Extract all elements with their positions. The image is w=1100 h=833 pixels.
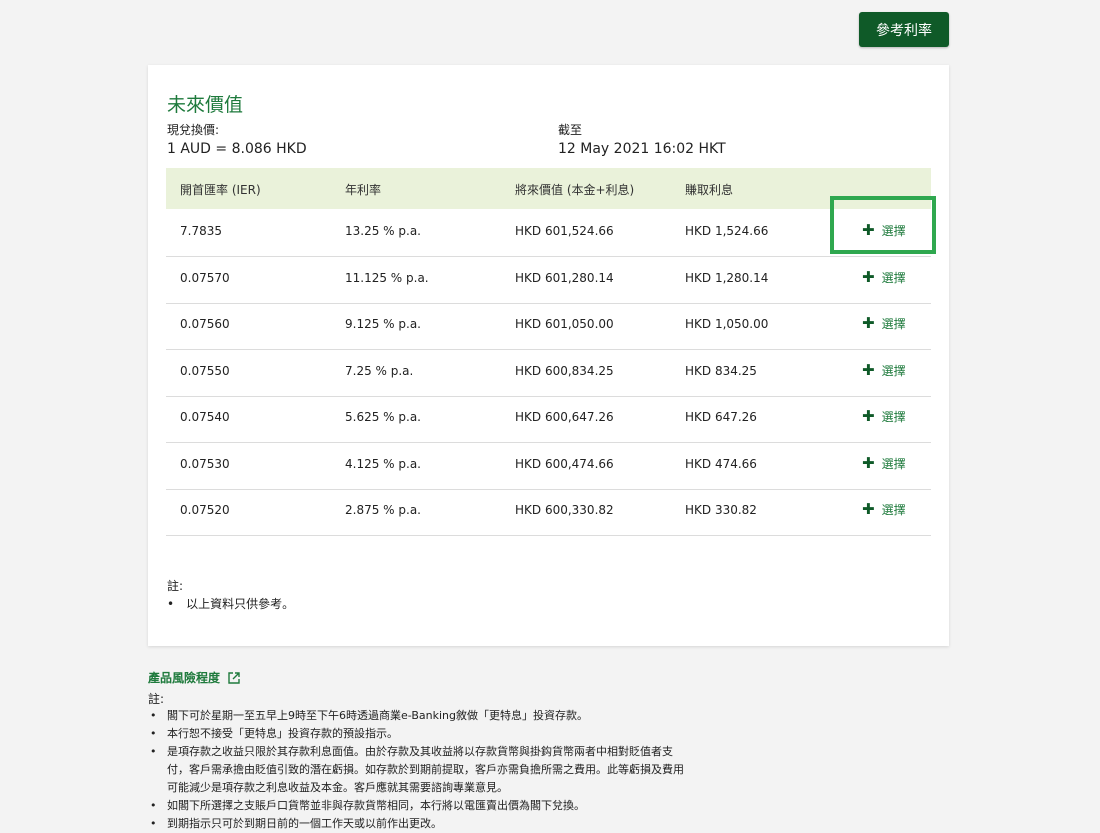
select-button[interactable]: ✚ 選擇 [862,455,906,472]
select-button[interactable]: ✚ 選擇 [862,315,906,332]
note-title: 註: [167,579,184,593]
select-label: 選擇 [881,410,906,424]
footer-note-item: 閣下可於星期一至五早上9時至下午6時透過商業e-Banking敘做「更特息」投資… [148,707,688,725]
plus-icon: ✚ [862,407,875,425]
cell-interest: HKD 1,050.00 [685,317,769,331]
footer-notes-list: 閣下可於星期一至五早上9時至下午6時透過商業e-Banking敘做「更特息」投資… [148,707,688,833]
table-row: 7.7835 13.25 % p.a. HKD 601,524.66 HKD 1,52… [166,210,931,257]
footer-note-item: 到期指示只可於到期日前的一個工作天或以前作出更改。 [148,815,688,833]
cell-interest: HKD 647.26 [685,410,757,424]
external-link-icon [228,671,240,684]
footer-note-item: 如閣下所選擇之支賬戶口貨幣並非與存款貨幣相同，本行將以電匯賣出價為閣下兌換。 [148,797,688,815]
select-label: 選擇 [881,456,906,471]
asof-label: 截至 [558,123,583,137]
cell-rate: 2.875 % p.a. [345,503,421,517]
table-row: 0.07530 4.125 % p.a. HKD 600,474.66 HKD 474… [166,443,931,490]
cell-ier: 0.07540 [180,410,230,424]
cell-ier: 0.07550 [180,363,230,378]
footer-note-title: 註: [148,692,165,706]
select-button[interactable]: ✚ 選擇 [862,362,906,379]
cell-future: HKD 600,330.82 [515,503,614,517]
cell-rate: 9.125 % p.a. [345,317,421,331]
select-label: 選擇 [881,317,906,331]
cell-rate: 13.25 % p.a. [345,224,421,238]
select-label: 選擇 [881,503,906,517]
cell-interest: HKD 1,524.66 [685,224,769,238]
col-rate: 年利率 [345,183,382,197]
table-row: 0.07550 7.25 % p.a. HKD 600,834.25 HKD 834.… [166,350,931,397]
note-item: • 以上資料只供參考。 [167,597,295,611]
cell-ier: 0.07530 [180,456,230,471]
col-interest: 賺取利息 [685,183,734,197]
select-button[interactable]: ✚ 選擇 [862,408,906,425]
cell-ier: 7.7835 [180,224,222,238]
table-row: 0.07520 2.875 % p.a. HKD 600,330.82 HKD 330… [166,489,931,536]
exchange-label: 現兌換價: [167,123,220,137]
future-value-card: 未來價值 現兌換價: 1 AUD = 8.086 HKD 截至 12 May 2… [148,65,949,646]
table-row: 0.07540 5.625 % p.a. HKD 600,647.26 HKD 647… [166,396,931,443]
cell-rate: 11.125 % p.a. [345,270,429,285]
cell-ier: 0.07520 [180,503,230,517]
cell-interest: HKD 1,280.14 [685,270,769,285]
cell-rate: 5.625 % p.a. [345,410,421,424]
plus-icon: ✚ [862,314,875,332]
cell-future: HKD 601,524.66 [515,224,614,238]
col-ier: 開首匯率 (IER) [180,183,261,197]
cell-rate: 4.125 % p.a. [345,456,421,471]
cell-interest: HKD 834.25 [685,363,757,378]
select-button[interactable]: ✚ 選擇 [862,501,906,518]
cell-rate: 7.25 % p.a. [345,363,414,378]
table-row: 0.07570 11.125 % p.a. HKD 601,280.14 HKD 1,… [166,257,931,304]
risk-level-link[interactable]: 產品風險程度 [148,669,240,686]
select-label: 選擇 [881,270,906,285]
plus-icon: ✚ [862,267,875,286]
footer-note-item: 是項存款之收益只限於其存款利息面值。由於存款及其收益將以存款貨幣與掛鈎貨幣兩者中… [148,743,688,797]
plus-icon: ✚ [862,500,875,518]
cell-future: HKD 600,474.66 [515,456,614,471]
cell-future: HKD 601,280.14 [515,270,614,285]
select-label: 選擇 [881,363,906,378]
card-title: 未來價值 [167,94,244,116]
cell-future: HKD 601,050.00 [515,317,614,331]
cell-interest: HKD 330.82 [685,503,757,517]
reference-rate-button[interactable]: 參考利率 [859,12,949,47]
cell-ier: 0.07570 [180,270,230,285]
cell-ier: 0.07560 [180,317,230,331]
exchange-value: 1 AUD = 8.086 HKD [167,141,307,157]
footer-note-item: 本行恕不接受「更特息」投資存款的預設指示。 [148,725,688,743]
plus-icon: ✚ [862,360,875,379]
table-header: 開首匯率 (IER) 年利率 將來價值 (本金+利息) 賺取利息 [166,168,931,209]
select-button[interactable]: ✚ 選擇 [862,269,906,286]
selection-highlight [830,196,936,254]
cell-future: HKD 600,834.25 [515,363,614,378]
cell-future: HKD 600,647.26 [515,410,614,424]
asof-value: 12 May 2021 16:02 HKT [558,141,726,157]
cell-interest: HKD 474.66 [685,456,757,471]
table-row: 0.07560 9.125 % p.a. HKD 601,050.00 HKD 1,0… [166,303,931,350]
col-future-value: 將來價值 (本金+利息) [515,183,635,197]
plus-icon: ✚ [862,453,875,472]
